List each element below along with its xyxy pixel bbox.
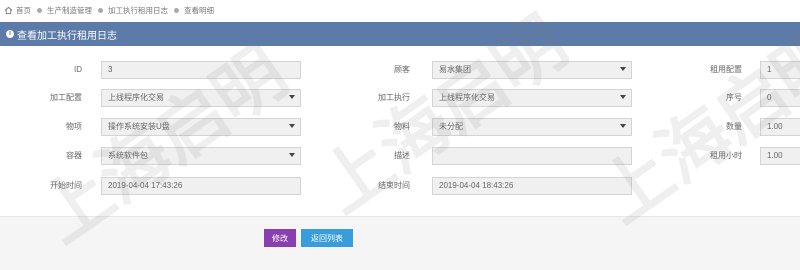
id-field[interactable]: 3 — [101, 61, 301, 79]
id-label: ID — [74, 65, 82, 74]
end-time-field[interactable]: 2019-04-04 18:43:26 — [432, 177, 632, 195]
customer-label: 顾客 — [394, 65, 410, 74]
breadcrumb: 首页 生产制造管理 加工执行租用日志 查看明细 — [0, 0, 800, 20]
form-row-2: 加工配置 上线程序化交易 加工执行 上线程序化交易 序号 0 — [0, 89, 800, 107]
breadcrumb-item-current: 查看明细 — [184, 5, 214, 15]
form-footer — [0, 216, 800, 270]
container-select[interactable]: 系统软件包 — [101, 147, 301, 165]
chevron-down-icon — [289, 153, 295, 157]
seq-no-label: 序号 — [726, 93, 742, 102]
breadcrumb-separator-icon — [37, 7, 42, 13]
customer-select[interactable]: 易水集团 — [432, 61, 632, 79]
breadcrumb-home[interactable]: 首页 — [4, 5, 31, 16]
rent-hours-field[interactable]: 1.00 — [760, 147, 800, 165]
edit-button[interactable]: 修改 — [264, 229, 296, 247]
quantity-label: 数量 — [726, 122, 742, 131]
material-label: 物料 — [394, 122, 410, 131]
info-icon: i — [6, 30, 14, 38]
breadcrumb-item-log[interactable]: 加工执行租用日志 — [108, 5, 168, 16]
breadcrumb-separator-icon — [174, 7, 179, 13]
container-label: 容器 — [66, 151, 82, 160]
item-select[interactable]: 操作系统安装U盘 — [101, 118, 301, 136]
breadcrumb-home-label: 首页 — [16, 5, 31, 15]
process-config-label: 加工配置 — [50, 93, 82, 102]
breadcrumb-separator-icon — [98, 7, 103, 13]
chevron-down-icon — [289, 95, 295, 99]
page-title: 查看加工执行租用日志 — [17, 30, 117, 42]
material-value: 未分配 — [439, 122, 463, 131]
panel-title-bar: i 查看加工执行租用日志 — [0, 22, 800, 46]
breadcrumb-item-production[interactable]: 生产制造管理 — [47, 5, 92, 16]
home-icon — [4, 6, 13, 14]
form-row-5: 开始时间 2019-04-04 17:43:26 结束时间 2019-04-04… — [0, 177, 800, 195]
form-row-1: ID 3 顾客 易水集团 租用配置 1 — [0, 61, 800, 79]
rent-config-field[interactable]: 1 — [760, 61, 800, 79]
material-select[interactable]: 未分配 — [432, 118, 632, 136]
start-time-label: 开始时间 — [50, 181, 82, 190]
process-config-value: 上线程序化交易 — [108, 93, 164, 102]
quantity-field[interactable]: 1.00 — [760, 118, 800, 136]
item-label: 物项 — [66, 122, 82, 131]
end-time-label: 结束时间 — [378, 181, 410, 190]
process-exec-value: 上线程序化交易 — [439, 93, 495, 102]
process-config-select[interactable]: 上线程序化交易 — [101, 89, 301, 107]
seq-no-field[interactable]: 0 — [760, 89, 800, 107]
customer-value: 易水集团 — [439, 65, 471, 74]
chevron-down-icon — [620, 95, 626, 99]
form-row-3: 物项 操作系统安装U盘 物料 未分配 数量 1.00 — [0, 118, 800, 136]
form-row-4: 容器 系统软件包 描述 租用小时 1.00 — [0, 147, 800, 165]
start-time-field[interactable]: 2019-04-04 17:43:26 — [101, 177, 301, 195]
process-exec-label: 加工执行 — [378, 93, 410, 102]
back-to-list-button[interactable]: 返回列表 — [301, 229, 353, 247]
chevron-down-icon — [289, 124, 295, 128]
chevron-down-icon — [620, 67, 626, 71]
description-field[interactable] — [432, 147, 632, 165]
description-label: 描述 — [394, 151, 410, 160]
process-exec-select[interactable]: 上线程序化交易 — [432, 89, 632, 107]
item-value: 操作系统安装U盘 — [108, 122, 170, 131]
rent-hours-label: 租用小时 — [710, 151, 742, 160]
rent-config-label: 租用配置 — [710, 65, 742, 74]
container-value: 系统软件包 — [108, 151, 148, 160]
chevron-down-icon — [620, 124, 626, 128]
